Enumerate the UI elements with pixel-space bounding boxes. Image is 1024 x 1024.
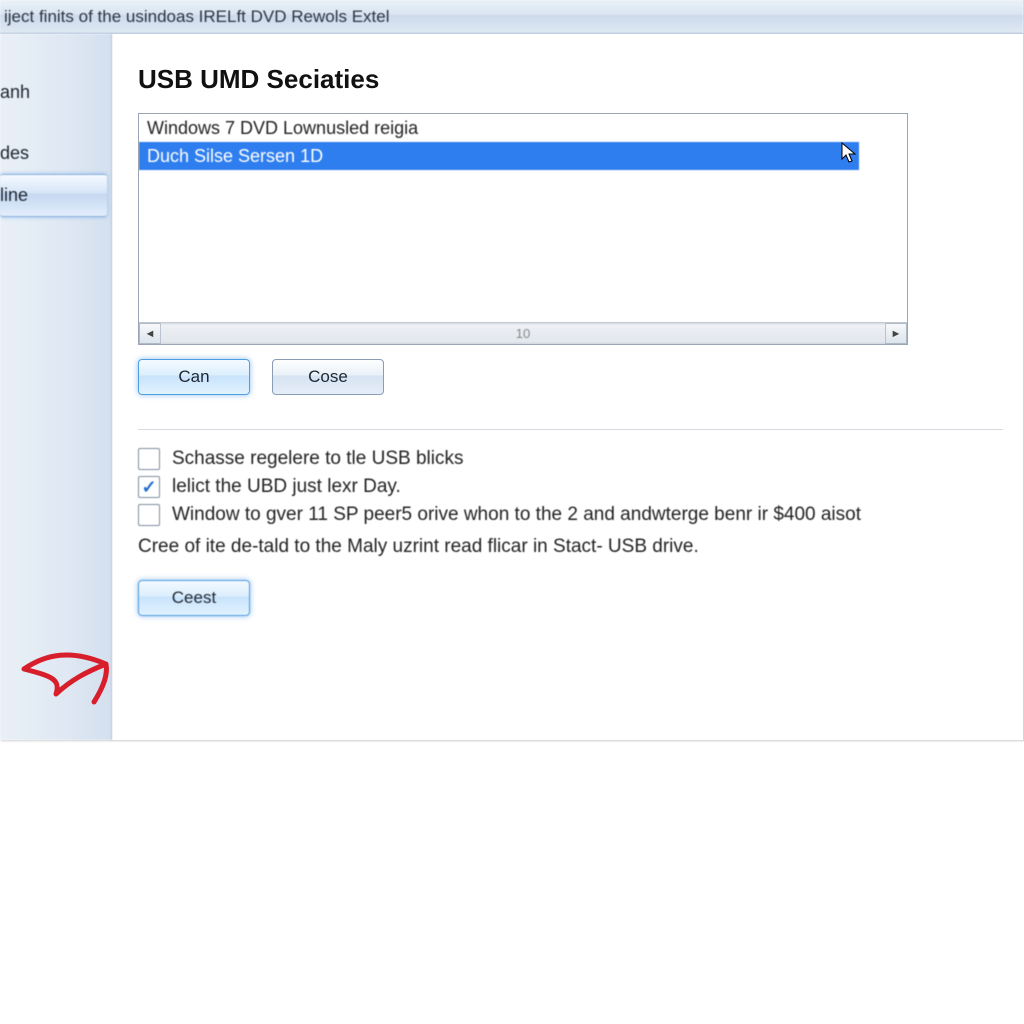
main-panel: USB UMD Seciaties Windows 7 DVD Lownusle…: [112, 34, 1023, 740]
checkbox-1[interactable]: [138, 476, 160, 498]
section-divider: [138, 429, 1003, 430]
sidebar-item-label: line: [0, 185, 28, 205]
checkbox-0[interactable]: [138, 448, 160, 470]
checkbox-label: Schasse regelere to tle USB blicks: [172, 448, 463, 470]
sidebar-item-3[interactable]: line: [0, 174, 107, 217]
sidebar-item-0[interactable]: anh: [0, 72, 111, 113]
sidebar-item-1[interactable]: [0, 113, 111, 133]
scroll-right-button[interactable]: ►: [885, 323, 907, 344]
scroll-left-button[interactable]: ◄: [139, 323, 161, 344]
checkbox-row-0[interactable]: Schasse regelere to tle USB blicks: [138, 448, 1003, 470]
scroll-track[interactable]: 10: [161, 323, 885, 344]
sidebar-item-label: anh: [0, 82, 30, 102]
checkbox-row-1[interactable]: lelict the UBD just lexr Day.: [138, 476, 1003, 498]
list-button-row: Can Cose: [138, 359, 1003, 395]
scroll-track-label: 10: [516, 326, 530, 341]
checkbox-label: Window to gver 11 SP peer5 orive whon to…: [172, 504, 861, 526]
horizontal-scrollbar[interactable]: ◄ 10 ►: [139, 322, 907, 344]
usb-listbox[interactable]: Windows 7 DVD Lownusled reigia Duch Sils…: [138, 113, 908, 345]
checkbox-row-2[interactable]: Window to gver 11 SP peer5 orive whon to…: [138, 504, 1003, 526]
can-button[interactable]: Can: [138, 359, 250, 395]
list-item[interactable]: Windows 7 DVD Lownusled reigia: [139, 114, 907, 142]
note-text: Cree of ite de-tald to the Maly uzrint r…: [138, 536, 1003, 558]
options-section: Schasse regelere to tle USB blicks lelic…: [138, 448, 1003, 616]
checkbox-2[interactable]: [138, 504, 160, 526]
ceest-button[interactable]: Ceest: [138, 580, 250, 616]
cose-button[interactable]: Cose: [272, 359, 384, 395]
application-window: iject finits of the usindoas IRELft DVD …: [0, 0, 1024, 740]
sidebar: anh des line: [0, 34, 112, 740]
window-body: anh des line USB UMD Seciaties Windows 7…: [0, 34, 1023, 740]
checkbox-label: lelict the UBD just lexr Day.: [172, 476, 401, 498]
sidebar-item-label: des: [0, 143, 29, 163]
page-heading: USB UMD Seciaties: [138, 64, 1003, 95]
list-item-selected[interactable]: Duch Silse Sersen 1D: [139, 142, 859, 170]
sidebar-item-2[interactable]: des: [0, 133, 111, 174]
window-title: iject finits of the usindoas IRELft DVD …: [4, 7, 390, 27]
window-titlebar[interactable]: iject finits of the usindoas IRELft DVD …: [0, 0, 1023, 34]
